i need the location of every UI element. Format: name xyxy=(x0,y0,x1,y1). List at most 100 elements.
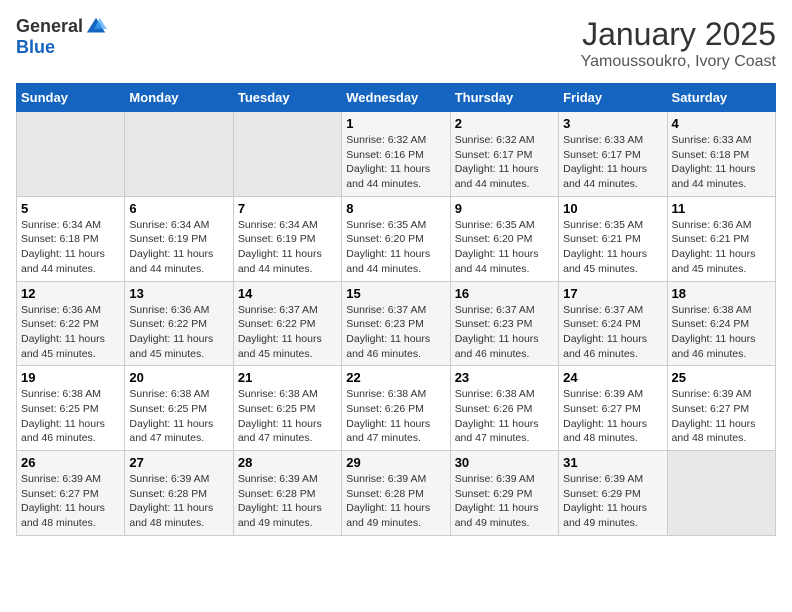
day-header-wednesday: Wednesday xyxy=(342,84,450,112)
day-number: 19 xyxy=(21,370,120,385)
day-info: Sunrise: 6:33 AM Sunset: 6:17 PM Dayligh… xyxy=(563,133,662,192)
day-number: 24 xyxy=(563,370,662,385)
day-header-sunday: Sunday xyxy=(17,84,125,112)
day-info: Sunrise: 6:39 AM Sunset: 6:27 PM Dayligh… xyxy=(672,387,771,446)
day-info: Sunrise: 6:39 AM Sunset: 6:28 PM Dayligh… xyxy=(238,472,337,531)
calendar-cell: 31 Sunrise: 6:39 AM Sunset: 6:29 PM Dayli… xyxy=(559,451,667,536)
day-info: Sunrise: 6:32 AM Sunset: 6:16 PM Dayligh… xyxy=(346,133,445,192)
day-number: 28 xyxy=(238,455,337,470)
calendar-cell: 11 Sunrise: 6:36 AM Sunset: 6:21 PM Dayli… xyxy=(667,196,775,281)
day-header-thursday: Thursday xyxy=(450,84,558,112)
day-number: 8 xyxy=(346,201,445,216)
calendar-cell: 22 Sunrise: 6:38 AM Sunset: 6:26 PM Dayli… xyxy=(342,366,450,451)
day-info: Sunrise: 6:38 AM Sunset: 6:26 PM Dayligh… xyxy=(346,387,445,446)
day-header-tuesday: Tuesday xyxy=(233,84,341,112)
day-number: 30 xyxy=(455,455,554,470)
day-number: 6 xyxy=(129,201,228,216)
logo-blue: Blue xyxy=(16,38,55,58)
page-header: General Blue January 2025 Yamoussoukro, … xyxy=(16,16,776,71)
week-row-4: 19 Sunrise: 6:38 AM Sunset: 6:25 PM Dayli… xyxy=(17,366,776,451)
day-header-friday: Friday xyxy=(559,84,667,112)
day-header-row: SundayMondayTuesdayWednesdayThursdayFrid… xyxy=(17,84,776,112)
day-number: 17 xyxy=(563,286,662,301)
day-info: Sunrise: 6:33 AM Sunset: 6:18 PM Dayligh… xyxy=(672,133,771,192)
calendar-cell: 8 Sunrise: 6:35 AM Sunset: 6:20 PM Daylig… xyxy=(342,196,450,281)
day-number: 9 xyxy=(455,201,554,216)
week-row-1: 1 Sunrise: 6:32 AM Sunset: 6:16 PM Daylig… xyxy=(17,112,776,197)
day-number: 21 xyxy=(238,370,337,385)
day-number: 11 xyxy=(672,201,771,216)
day-info: Sunrise: 6:39 AM Sunset: 6:29 PM Dayligh… xyxy=(563,472,662,531)
calendar-cell: 20 Sunrise: 6:38 AM Sunset: 6:25 PM Dayli… xyxy=(125,366,233,451)
day-info: Sunrise: 6:39 AM Sunset: 6:28 PM Dayligh… xyxy=(129,472,228,531)
day-number: 2 xyxy=(455,116,554,131)
day-info: Sunrise: 6:34 AM Sunset: 6:18 PM Dayligh… xyxy=(21,218,120,277)
day-info: Sunrise: 6:39 AM Sunset: 6:27 PM Dayligh… xyxy=(563,387,662,446)
day-info: Sunrise: 6:36 AM Sunset: 6:22 PM Dayligh… xyxy=(129,303,228,362)
day-number: 1 xyxy=(346,116,445,131)
calendar-cell: 3 Sunrise: 6:33 AM Sunset: 6:17 PM Daylig… xyxy=(559,112,667,197)
day-info: Sunrise: 6:38 AM Sunset: 6:24 PM Dayligh… xyxy=(672,303,771,362)
day-number: 10 xyxy=(563,201,662,216)
day-number: 20 xyxy=(129,370,228,385)
day-info: Sunrise: 6:35 AM Sunset: 6:21 PM Dayligh… xyxy=(563,218,662,277)
calendar-cell xyxy=(233,112,341,197)
calendar-cell: 7 Sunrise: 6:34 AM Sunset: 6:19 PM Daylig… xyxy=(233,196,341,281)
day-number: 16 xyxy=(455,286,554,301)
calendar-cell: 4 Sunrise: 6:33 AM Sunset: 6:18 PM Daylig… xyxy=(667,112,775,197)
calendar-cell: 28 Sunrise: 6:39 AM Sunset: 6:28 PM Dayli… xyxy=(233,451,341,536)
day-info: Sunrise: 6:38 AM Sunset: 6:26 PM Dayligh… xyxy=(455,387,554,446)
day-number: 18 xyxy=(672,286,771,301)
logo-icon xyxy=(85,16,107,38)
calendar-cell: 12 Sunrise: 6:36 AM Sunset: 6:22 PM Dayli… xyxy=(17,281,125,366)
day-number: 3 xyxy=(563,116,662,131)
day-info: Sunrise: 6:36 AM Sunset: 6:22 PM Dayligh… xyxy=(21,303,120,362)
day-info: Sunrise: 6:34 AM Sunset: 6:19 PM Dayligh… xyxy=(238,218,337,277)
week-row-2: 5 Sunrise: 6:34 AM Sunset: 6:18 PM Daylig… xyxy=(17,196,776,281)
day-number: 26 xyxy=(21,455,120,470)
calendar-cell: 29 Sunrise: 6:39 AM Sunset: 6:28 PM Dayli… xyxy=(342,451,450,536)
day-info: Sunrise: 6:38 AM Sunset: 6:25 PM Dayligh… xyxy=(129,387,228,446)
calendar-cell: 13Sunrise: 6:36 AM Sunset: 6:22 PM Dayli… xyxy=(125,281,233,366)
week-row-5: 26 Sunrise: 6:39 AM Sunset: 6:27 PM Dayli… xyxy=(17,451,776,536)
calendar-cell: 6Sunrise: 6:34 AM Sunset: 6:19 PM Daylig… xyxy=(125,196,233,281)
calendar-table: SundayMondayTuesdayWednesdayThursdayFrid… xyxy=(16,83,776,536)
day-info: Sunrise: 6:35 AM Sunset: 6:20 PM Dayligh… xyxy=(346,218,445,277)
calendar-cell xyxy=(667,451,775,536)
day-number: 23 xyxy=(455,370,554,385)
day-number: 7 xyxy=(238,201,337,216)
calendar-cell: 5 Sunrise: 6:34 AM Sunset: 6:18 PM Daylig… xyxy=(17,196,125,281)
day-info: Sunrise: 6:35 AM Sunset: 6:20 PM Dayligh… xyxy=(455,218,554,277)
calendar-cell: 2 Sunrise: 6:32 AM Sunset: 6:17 PM Daylig… xyxy=(450,112,558,197)
day-info: Sunrise: 6:39 AM Sunset: 6:29 PM Dayligh… xyxy=(455,472,554,531)
day-number: 5 xyxy=(21,201,120,216)
calendar-cell: 1 Sunrise: 6:32 AM Sunset: 6:16 PM Daylig… xyxy=(342,112,450,197)
day-info: Sunrise: 6:39 AM Sunset: 6:27 PM Dayligh… xyxy=(21,472,120,531)
day-info: Sunrise: 6:38 AM Sunset: 6:25 PM Dayligh… xyxy=(21,387,120,446)
logo: General Blue xyxy=(16,16,107,58)
day-number: 31 xyxy=(563,455,662,470)
calendar-cell xyxy=(125,112,233,197)
day-info: Sunrise: 6:32 AM Sunset: 6:17 PM Dayligh… xyxy=(455,133,554,192)
day-number: 22 xyxy=(346,370,445,385)
day-info: Sunrise: 6:37 AM Sunset: 6:23 PM Dayligh… xyxy=(455,303,554,362)
day-number: 4 xyxy=(672,116,771,131)
week-row-3: 12 Sunrise: 6:36 AM Sunset: 6:22 PM Dayli… xyxy=(17,281,776,366)
calendar-subtitle: Yamoussoukro, Ivory Coast xyxy=(581,53,776,71)
day-number: 29 xyxy=(346,455,445,470)
day-number: 15 xyxy=(346,286,445,301)
calendar-cell: 18 Sunrise: 6:38 AM Sunset: 6:24 PM Dayli… xyxy=(667,281,775,366)
calendar-cell: 23 Sunrise: 6:38 AM Sunset: 6:26 PM Dayli… xyxy=(450,366,558,451)
day-header-monday: Monday xyxy=(125,84,233,112)
day-info: Sunrise: 6:36 AM Sunset: 6:21 PM Dayligh… xyxy=(672,218,771,277)
calendar-cell: 15Sunrise: 6:37 AM Sunset: 6:23 PM Dayli… xyxy=(342,281,450,366)
day-number: 12 xyxy=(21,286,120,301)
calendar-cell: 10 Sunrise: 6:35 AM Sunset: 6:21 PM Dayli… xyxy=(559,196,667,281)
calendar-cell: 27 Sunrise: 6:39 AM Sunset: 6:28 PM Dayli… xyxy=(125,451,233,536)
day-info: Sunrise: 6:38 AM Sunset: 6:25 PM Dayligh… xyxy=(238,387,337,446)
calendar-cell: 24 Sunrise: 6:39 AM Sunset: 6:27 PM Dayli… xyxy=(559,366,667,451)
calendar-cell: 16 Sunrise: 6:37 AM Sunset: 6:23 PM Dayli… xyxy=(450,281,558,366)
calendar-cell xyxy=(17,112,125,197)
day-info: Sunrise: 6:39 AM Sunset: 6:28 PM Dayligh… xyxy=(346,472,445,531)
day-number: 27 xyxy=(129,455,228,470)
